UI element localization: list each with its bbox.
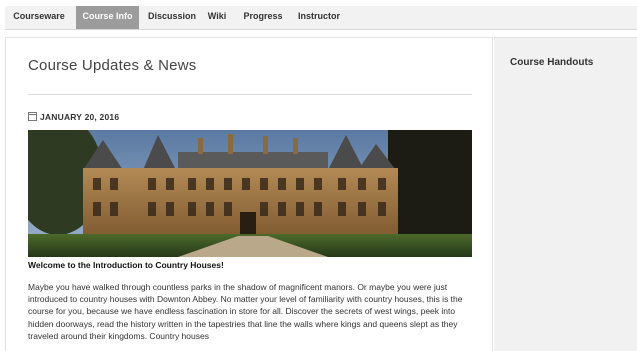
tab-progress[interactable]: Progress: [238, 6, 288, 29]
divider: [28, 94, 472, 95]
tab-course-info[interactable]: Course Info: [76, 6, 139, 29]
update-date-text: JANUARY 20, 2016: [40, 112, 120, 122]
tab-instructor[interactable]: Instructor: [291, 6, 347, 29]
course-updates-panel: Course Updates & News JANUARY 20, 2016 W…: [5, 37, 493, 351]
tab-courseware[interactable]: Courseware: [5, 6, 73, 29]
update-heading: Welcome to the Introduction to Country H…: [28, 260, 224, 270]
update-body: Maybe you have walked through countless …: [28, 282, 463, 341]
tab-wiki[interactable]: Wiki: [202, 6, 232, 29]
course-handouts-sidebar: Course Handouts: [494, 37, 637, 351]
calendar-icon: [28, 112, 37, 121]
country-house-image: [28, 130, 472, 257]
tab-discussion[interactable]: Discussion: [141, 6, 203, 29]
sidebar-title: Course Handouts: [510, 57, 594, 68]
course-tabs: Courseware Course Info Discussion Wiki P…: [5, 6, 637, 30]
page-title: Course Updates & News: [28, 57, 197, 74]
update-date: JANUARY 20, 2016: [28, 112, 119, 122]
